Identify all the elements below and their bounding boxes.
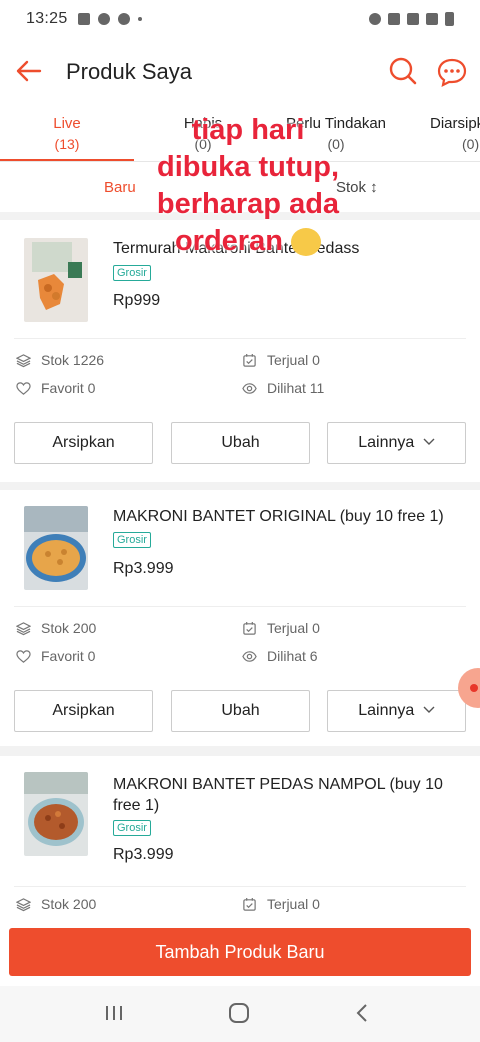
- sold-stat: Terjual 0: [242, 352, 320, 368]
- product-card: MAKRONI BANTET ORIGINAL (buy 10 free 1) …: [0, 490, 480, 746]
- favorite-text: Favorit 0: [41, 648, 96, 664]
- product-image[interactable]: [24, 506, 88, 590]
- sold-text: Terjual 0: [267, 352, 320, 368]
- video-icon: [77, 13, 90, 25]
- stock-text: Stok 200: [41, 620, 97, 636]
- system-icons: [369, 12, 454, 26]
- sort-newest[interactable]: Baru: [104, 179, 136, 196]
- product-name[interactable]: MAKRONI BANTET ORIGINAL (buy 10 free 1): [113, 506, 453, 527]
- stock-stat: Stok 1226: [16, 352, 104, 368]
- tab-live-count: (13): [54, 136, 80, 152]
- chat-icon[interactable]: [436, 56, 468, 88]
- product-price: Rp3.999: [113, 846, 174, 863]
- product-card: MAKRONI BANTET PEDAS NAMPOL (buy 10 free…: [0, 756, 480, 918]
- page-title: Produk Saya: [66, 59, 192, 84]
- caption-overlay: tiap hari dibuka tutup, berharap ada ord…: [138, 112, 358, 260]
- product-image[interactable]: [24, 772, 88, 856]
- bottom-action-bar: Tambah Produk Baru: [0, 918, 480, 986]
- sold-stat: Terjual 0: [242, 896, 320, 912]
- sold-icon: [243, 353, 256, 367]
- chrome-icon: [117, 13, 130, 25]
- alarm-icon: [369, 13, 381, 25]
- more-button-label: Lainnya: [358, 434, 415, 451]
- more-button[interactable]: Lainnya: [327, 690, 466, 732]
- heart-icon: [16, 649, 31, 663]
- views-text: Dilihat 6: [267, 648, 318, 664]
- caption-line-text: orderan: [174, 225, 283, 257]
- recent-apps-icon[interactable]: [104, 1004, 124, 1022]
- back-icon[interactable]: [354, 1003, 370, 1023]
- divider: [14, 606, 466, 607]
- home-icon[interactable]: [228, 1002, 250, 1024]
- favorite-stat: Favorit 0: [16, 380, 95, 396]
- signal-icon: [407, 13, 419, 25]
- stock-text: Stok 200: [41, 896, 97, 912]
- active-tab-indicator: [0, 159, 134, 161]
- more-notifications-icon: [137, 17, 142, 21]
- system-navigation-bar: [0, 986, 480, 1042]
- notification-icons: [77, 13, 142, 25]
- views-stat: Dilihat 6: [242, 648, 318, 664]
- divider: [14, 338, 466, 339]
- sold-stat: Terjual 0: [242, 620, 320, 636]
- sold-icon: [243, 621, 256, 635]
- caption-line: orderan: [138, 223, 358, 260]
- layers-icon: [16, 621, 31, 635]
- battery-icon: [445, 12, 454, 26]
- tab-diarsipkan-label: Diarsipkan: [430, 115, 480, 132]
- tab-diarsipkan[interactable]: Diarsipkan (0): [430, 114, 480, 154]
- views-stat: Dilihat 11: [242, 380, 324, 396]
- tab-live-label: Live: [53, 115, 81, 132]
- chevron-down-icon: [423, 706, 435, 713]
- back-arrow-icon[interactable]: [14, 56, 44, 86]
- wholesale-badge: Grosir: [113, 820, 151, 836]
- layers-icon: [16, 897, 31, 911]
- product-image[interactable]: [24, 238, 88, 322]
- favorite-stat: Favorit 0: [16, 648, 95, 664]
- signal-icon: [426, 13, 438, 25]
- wholesale-badge: Grosir: [113, 265, 151, 281]
- more-button-label: Lainnya: [358, 702, 415, 719]
- favorite-text: Favorit 0: [41, 380, 96, 396]
- more-button[interactable]: Lainnya: [327, 422, 466, 464]
- divider: [14, 886, 466, 887]
- archive-button[interactable]: Arsipkan: [14, 422, 153, 464]
- archive-button[interactable]: Arsipkan: [14, 690, 153, 732]
- app-bar: Produk Saya: [0, 38, 480, 104]
- edit-button[interactable]: Ubah: [171, 690, 310, 732]
- status-bar: 13:25: [0, 0, 480, 38]
- chrome-icon: [97, 13, 110, 25]
- chevron-down-icon: [423, 438, 435, 445]
- layers-icon: [16, 353, 31, 367]
- status-time: 13:25: [26, 10, 68, 27]
- sold-text: Terjual 0: [267, 620, 320, 636]
- caption-line: tiap hari: [191, 114, 305, 146]
- views-text: Dilihat 11: [267, 380, 325, 396]
- caption-line: berharap ada: [156, 188, 340, 220]
- stock-stat: Stok 200: [16, 896, 96, 912]
- search-icon[interactable]: [388, 56, 418, 86]
- product-name[interactable]: MAKRONI BANTET PEDAS NAMPOL (buy 10 free…: [113, 774, 443, 816]
- edit-button[interactable]: Ubah: [171, 422, 310, 464]
- heart-icon: [16, 381, 31, 395]
- eye-icon: [242, 382, 257, 394]
- stock-text: Stok 1226: [41, 352, 105, 368]
- sold-text: Terjual 0: [267, 896, 320, 912]
- add-new-product-button[interactable]: Tambah Produk Baru: [9, 928, 471, 976]
- stock-stat: Stok 200: [16, 620, 96, 636]
- product-price: Rp999: [113, 292, 161, 309]
- wifi-icon: [388, 13, 400, 25]
- wholesale-badge: Grosir: [113, 532, 151, 548]
- tab-diarsipkan-count: (0): [462, 136, 480, 152]
- product-price: Rp3.999: [113, 560, 174, 577]
- tab-live[interactable]: Live (13): [36, 114, 98, 154]
- caption-line: dibuka tutup,: [156, 151, 340, 183]
- sold-icon: [243, 897, 256, 911]
- smiling-face-with-hearts-icon: [291, 228, 322, 257]
- eye-icon: [242, 650, 257, 662]
